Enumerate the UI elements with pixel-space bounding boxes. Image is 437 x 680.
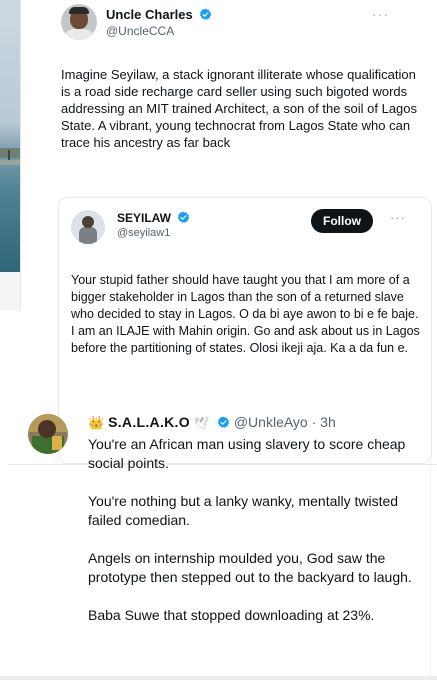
- author-handle[interactable]: @UncleCCA: [106, 24, 174, 38]
- quoted-more-options-icon[interactable]: ···: [390, 210, 406, 225]
- reply-avatar-item: [52, 436, 62, 450]
- avatar[interactable]: [61, 4, 97, 40]
- quoted-avatar-body: [79, 227, 97, 244]
- reply-author-handle[interactable]: @UnkleAyo: [234, 414, 308, 430]
- avatar-shirt: [64, 29, 94, 40]
- reply-paragraph: Baba Suwe that stopped downloading at 23…: [88, 607, 375, 623]
- reply-header: 👑 S.A.L.A.K.O 🕊 @UnkleAyo · 3h: [88, 414, 336, 431]
- shoreline: [0, 148, 20, 158]
- reply-paragraph: You're an African man using slavery to s…: [88, 436, 406, 471]
- avatar-cap: [69, 7, 89, 14]
- quoted-author-name[interactable]: SEYILAW: [117, 211, 171, 225]
- reply-paragraph: You're nothing but a lanky wanky, mental…: [88, 493, 399, 528]
- dove-icon: 🕊: [193, 416, 210, 430]
- reply-avatar-head: [38, 420, 56, 438]
- reply-paragraph: Angels on internship moulded you, God sa…: [88, 550, 412, 585]
- quoted-author-name-row[interactable]: SEYILAW: [117, 211, 190, 225]
- quoted-avatar[interactable]: [71, 210, 105, 244]
- quoted-tweet-text: Your stupid father should have taught yo…: [71, 273, 420, 355]
- quoted-author-handle[interactable]: @seyilaw1: [117, 227, 170, 239]
- author-name[interactable]: Uncle Charles: [106, 7, 193, 22]
- more-options-icon[interactable]: ···: [372, 6, 389, 22]
- follow-button[interactable]: Follow: [311, 209, 373, 233]
- bottom-edge: [0, 676, 437, 680]
- author-name-row[interactable]: Uncle Charles: [106, 7, 212, 22]
- left-border: [20, 0, 21, 310]
- crown-icon: 👑: [88, 415, 105, 430]
- reply-author-name[interactable]: S.A.L.A.K.O: [108, 414, 190, 430]
- reply-text: You're an African man using slavery to s…: [88, 435, 428, 644]
- background-gap: [0, 272, 20, 310]
- tweet-text: Imagine Seyilaw, a stack ignorant illite…: [61, 67, 418, 150]
- verified-badge-icon: [217, 416, 230, 428]
- verified-badge-icon: [200, 8, 212, 20]
- reply-timestamp[interactable]: · 3h: [312, 414, 336, 430]
- shoreline-lower: [0, 160, 20, 165]
- quoted-avatar-head: [82, 216, 94, 228]
- verified-badge-icon: [178, 211, 190, 223]
- reply-avatar[interactable]: [28, 414, 68, 454]
- tweet-card[interactable]: Uncle Charles @UncleCCA ··· Imagine Seyi…: [40, 0, 437, 464]
- background-photo-strip: [0, 0, 20, 272]
